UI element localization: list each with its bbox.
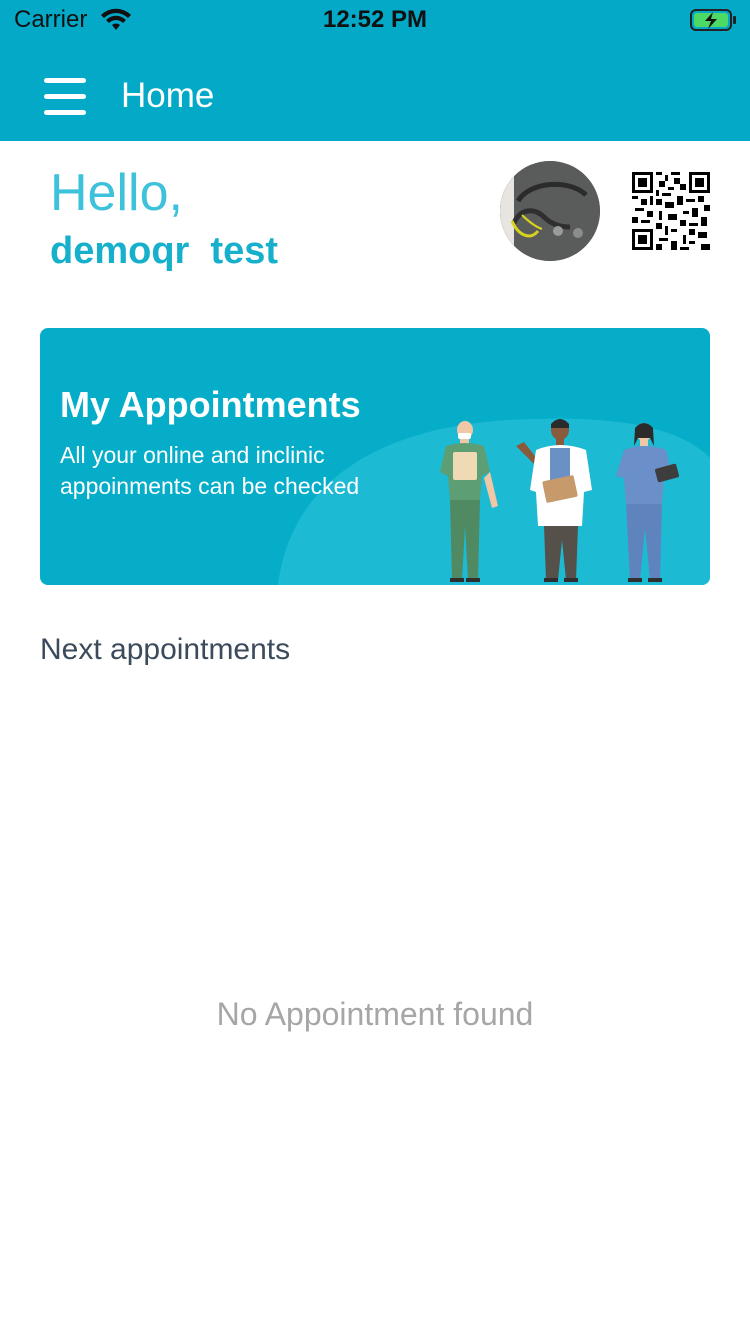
next-appointments-heading: Next appointments (40, 633, 291, 666)
greeting-username: demoqr test (50, 230, 279, 272)
hamburger-menu-icon (44, 78, 86, 83)
greeting-hello: Hello, (50, 164, 183, 222)
my-appointments-card[interactable]: My Appointments All your online and incl… (40, 328, 710, 585)
medical-staff-illustration (440, 419, 679, 582)
nurse-green-figure (440, 421, 498, 582)
qr-code-icon[interactable] (632, 172, 710, 250)
doctor-figure (516, 419, 592, 582)
menu-button[interactable] (40, 74, 90, 118)
empty-state-message: No Appointment found (216, 996, 534, 1032)
status-time: 12:52 PM (322, 6, 428, 33)
banner-title: My Appointments (60, 384, 361, 425)
stethoscope-photo (500, 161, 600, 261)
page-title: Home (121, 76, 215, 115)
top-app-bar: Carrier 12:52 PM Home (0, 0, 750, 141)
avatar[interactable] (500, 161, 600, 261)
battery-charging-icon (690, 9, 736, 31)
nurse-blue-figure (616, 423, 679, 582)
banner-description: All your online and inclinic appoinments… (60, 442, 360, 499)
status-bar: Carrier 12:52 PM (0, 0, 750, 40)
